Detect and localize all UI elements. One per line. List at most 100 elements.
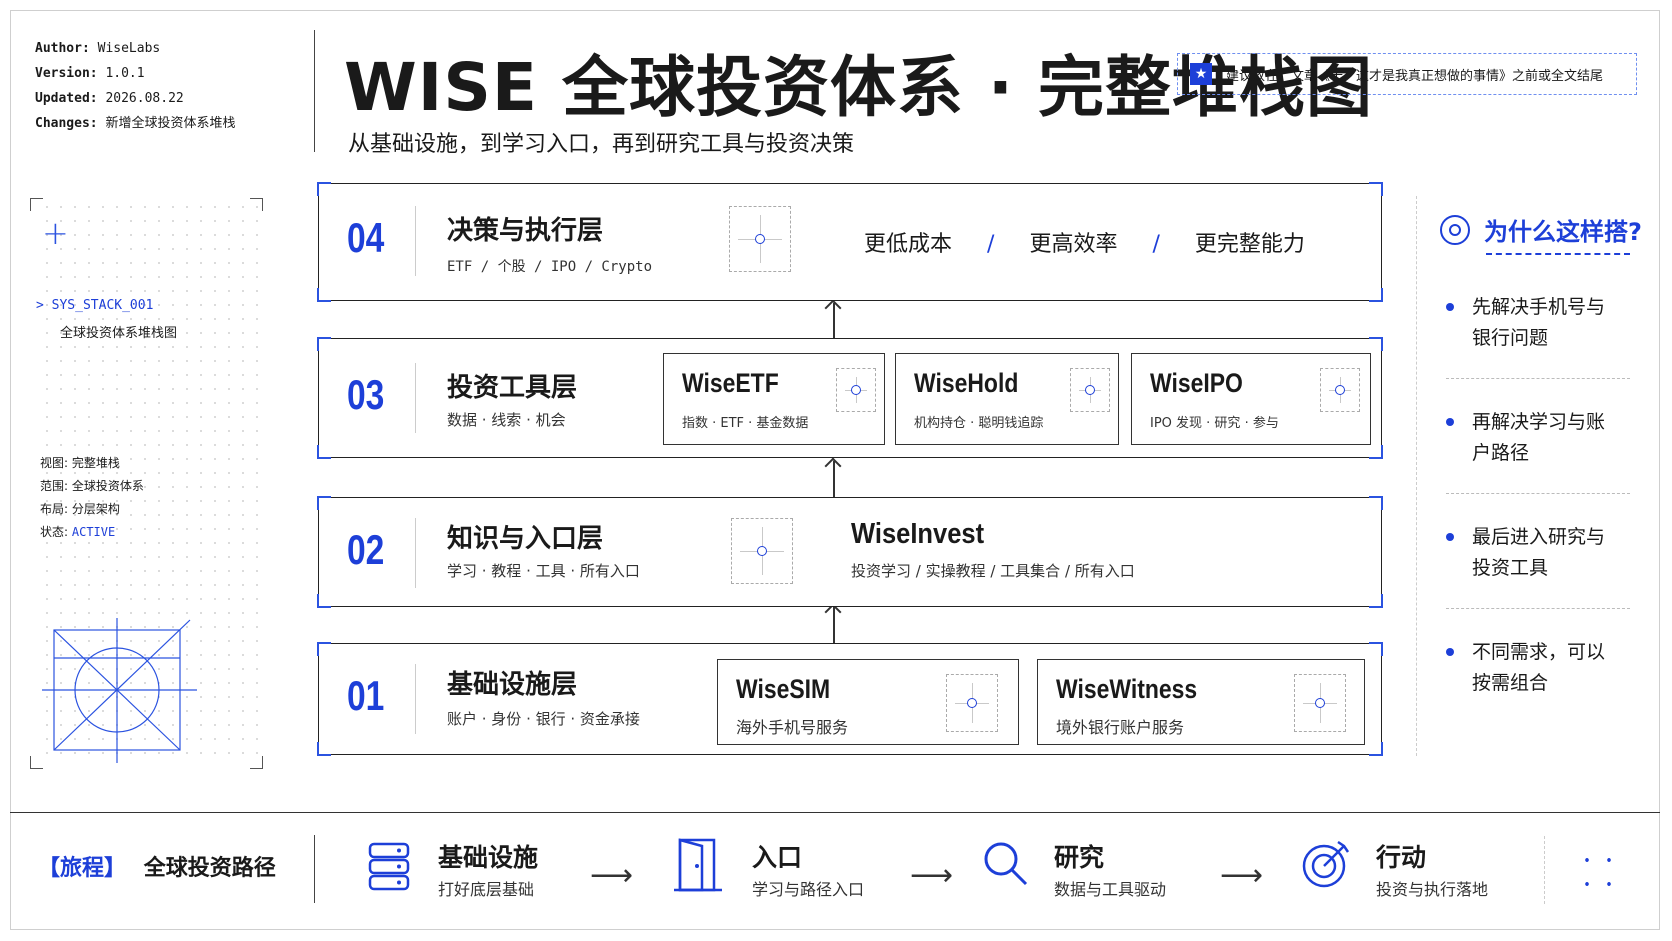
reason-divider (1446, 493, 1630, 494)
meta-block: Author: WiseLabs Version: 1.0.1 Updated:… (35, 36, 235, 136)
reason-item: 再解决学习与账户路径 (1446, 407, 1616, 469)
changes-value: 新增全球投资体系堆栈 (105, 116, 236, 131)
why-heading: 为什么这样搭? (1440, 212, 1642, 247)
layer-number: 01 (347, 672, 385, 719)
version-key: Version: (35, 66, 98, 81)
layer-name: 决策与执行层 (447, 216, 604, 246)
system-id: > SYS_STACK_001 (36, 298, 154, 313)
corner-mark (317, 742, 331, 756)
door-icon (674, 838, 722, 892)
author-key: Author: (35, 41, 90, 56)
reason-text: 最后进入研究与投资工具 (1472, 526, 1606, 579)
step-name: 行动 (1376, 843, 1427, 872)
target-icon (1302, 840, 1350, 888)
layer-desc: 账户 · 身份 · 银行 · 资金承接 (447, 710, 640, 728)
step-name: 基础设施 (438, 843, 539, 872)
bullet (1446, 418, 1454, 426)
benefit-sep: / (987, 232, 995, 257)
product-card-wisehold[interactable]: WiseHold 机构持仓 · 聪明钱追踪 (895, 353, 1119, 445)
layer-desc: 学习 · 教程 · 工具 · 所有入口 (447, 562, 640, 580)
placement-note: ★ 建议放在：文章《十、这才是我真正想做的事情》之前或全文结尾 (1177, 53, 1637, 95)
corner-mark (317, 182, 331, 196)
benefit-list: 更低成本 / 更高效率 / 更完整能力 (864, 226, 1305, 258)
bullet (1446, 648, 1454, 656)
corner-mark (317, 288, 331, 302)
blueprint-icon (42, 618, 197, 763)
crosshair-icon (1320, 368, 1360, 412)
journey-divider-right (1544, 836, 1545, 904)
crosshair-icon (729, 206, 791, 272)
why-underline (1486, 253, 1630, 255)
page-subtitle: 从基础设施，到学习入口，再到研究工具与投资决策 (348, 132, 855, 157)
layer-number: 02 (347, 526, 385, 573)
layer-separator (415, 518, 416, 588)
layer-desc: 数据 · 线索 · 机会 (447, 411, 566, 429)
product-desc: 投资学习 / 实操教程 / 工具集合 / 所有入口 (851, 562, 1135, 580)
product-card-wisesim[interactable]: WiseSIM 海外手机号服务 (717, 659, 1019, 745)
product-card-wiseetf[interactable]: WiseETF 指数 · ETF · 基金数据 (663, 353, 885, 445)
benefit-item: 更完整能力 (1194, 232, 1305, 257)
corner-mark (1369, 288, 1383, 302)
corner-mark (250, 198, 263, 211)
reason-item: 最后进入研究与投资工具 (1446, 522, 1616, 584)
reason-text: 再解决学习与账户路径 (1472, 411, 1606, 464)
prop-key: 视图: (40, 456, 69, 470)
reason-divider (1446, 378, 1630, 379)
target-icon (1440, 214, 1470, 245)
updated-key: Updated: (35, 91, 98, 106)
bullet (1446, 303, 1454, 311)
layer-number: 03 (347, 371, 385, 418)
corner-mark (317, 642, 331, 656)
system-name: 全球投资体系堆栈图 (60, 326, 178, 341)
flow-arrow (833, 607, 835, 647)
product-desc: 指数 · ETF · 基金数据 (682, 416, 809, 431)
reason-item: 不同需求，可以按需组合 (1446, 637, 1616, 699)
product-desc: 机构持仓 · 聪明钱追踪 (914, 416, 1044, 431)
reason-text: 不同需求，可以按需组合 (1472, 641, 1606, 694)
status-value: ACTIVE (71, 525, 116, 539)
corner-mark (1369, 642, 1383, 656)
corner-mark (250, 756, 263, 769)
product-card-wiseipo[interactable]: WiseIPO IPO 发现 · 研究 · 参与 (1131, 353, 1371, 445)
crosshair-icon (1294, 674, 1346, 732)
layer-02-entry: 02 知识与入口层 学习 · 教程 · 工具 · 所有入口 WiseInvest… (317, 496, 1383, 608)
product-card-wisewitness[interactable]: WiseWitness 境外银行账户服务 (1037, 659, 1365, 745)
note-text: 建议放在：文章《十、这才是我真正想做的事情》之前或全文结尾 (1226, 68, 1604, 84)
journey-bracket: 【旅程】 (38, 856, 127, 881)
corner-mark (317, 594, 331, 608)
journey-arrow: ⟶ (1220, 858, 1264, 893)
corner-mark (1369, 594, 1383, 608)
corner-mark (30, 198, 43, 211)
reason-text: 先解决手机号与银行问题 (1472, 296, 1606, 349)
step-desc: 学习与路径入口 (752, 880, 865, 899)
crosshair-icon (1070, 368, 1110, 412)
crosshair-icon (731, 518, 793, 584)
step-desc: 投资与执行落地 (1376, 880, 1489, 899)
plus-icon: + (42, 214, 69, 252)
product-name: WiseSIM (736, 674, 831, 704)
prop-value: 完整堆栈 (71, 456, 120, 470)
benefit-item: 更低成本 (864, 232, 953, 257)
layer-04-decision: 04 决策与执行层 ETF / 个股 / IPO / Crypto 更低成本 /… (317, 182, 1383, 302)
corner-mark (1369, 445, 1383, 459)
header-divider (314, 30, 315, 152)
journey-title: 【旅程】 全球投资路径 (38, 850, 276, 882)
reason-item: 先解决手机号与银行问题 (1446, 292, 1616, 354)
journey-label: 全球投资路径 (143, 856, 276, 881)
right-divider (1416, 196, 1418, 756)
product-name-wiseinvest[interactable]: WiseInvest (851, 518, 984, 551)
corner-mark (1369, 337, 1383, 351)
layer-separator (415, 664, 416, 734)
layer-name: 知识与入口层 (447, 524, 604, 554)
prop-value: 全球投资体系 (71, 479, 144, 493)
flow-arrow (833, 461, 835, 501)
layer-separator (415, 206, 416, 276)
layer-separator (415, 363, 416, 433)
prop-key: 布局: (40, 502, 69, 516)
step-desc: 数据与工具驱动 (1054, 880, 1167, 899)
layer-desc: ETF / 个股 / IPO / Crypto (447, 259, 653, 275)
step-name: 入口 (752, 843, 803, 872)
product-name: WiseHold (914, 368, 1019, 398)
corner-mark (1369, 742, 1383, 756)
journey-arrow: ⟶ (910, 858, 954, 893)
